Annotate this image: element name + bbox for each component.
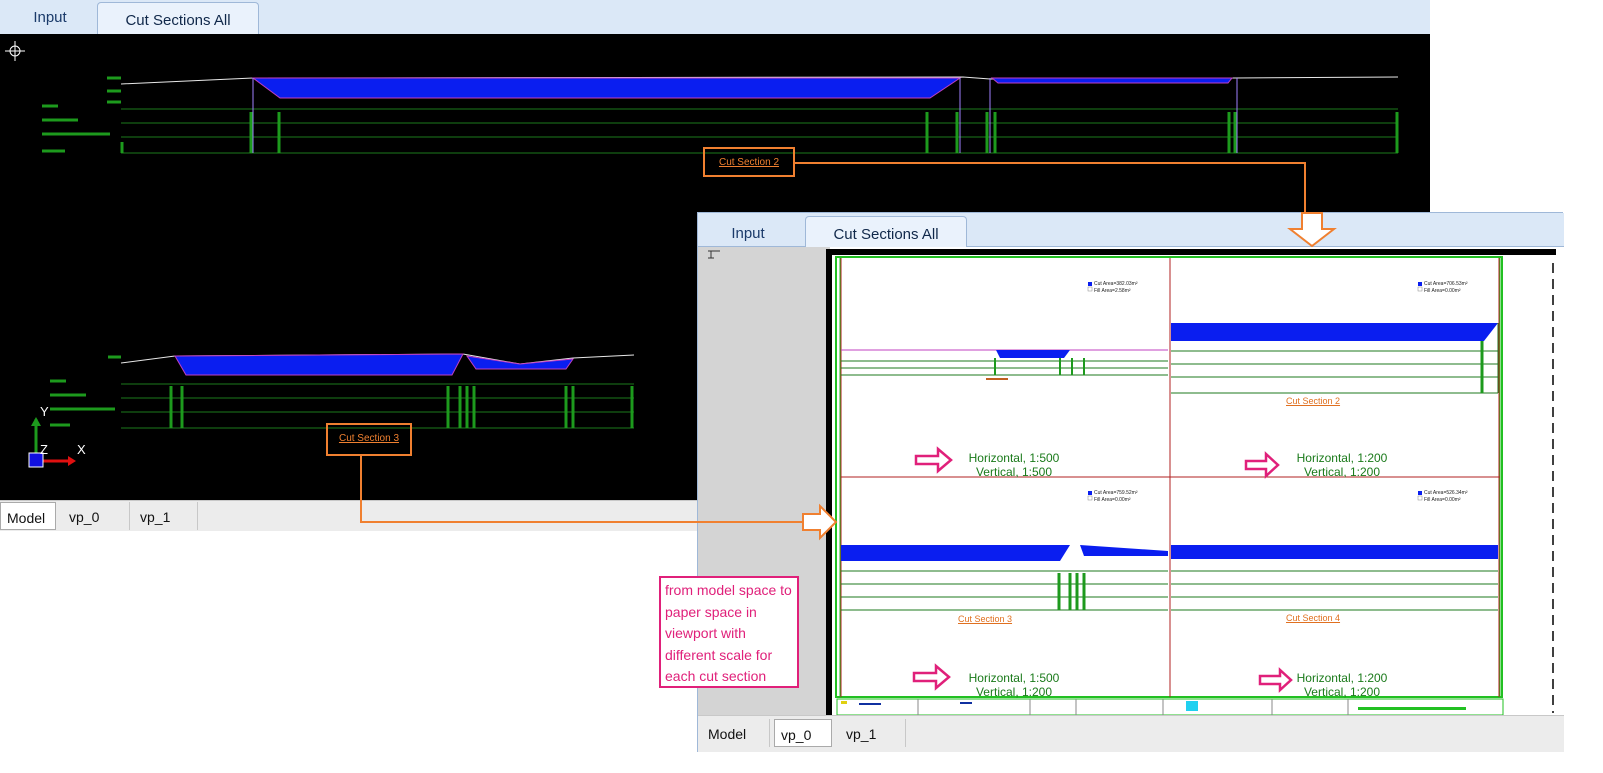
connector-arrows (360, 162, 1306, 541)
annotation-note: from model space to paper space in viewp… (659, 576, 799, 688)
right-arrow-icon (802, 503, 838, 541)
